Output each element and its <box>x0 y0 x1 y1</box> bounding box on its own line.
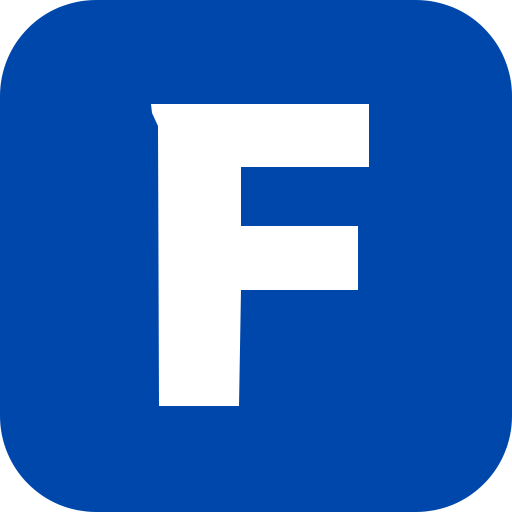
app-icon[interactable]: F <box>0 0 512 512</box>
app-icon-graphic <box>0 0 512 512</box>
